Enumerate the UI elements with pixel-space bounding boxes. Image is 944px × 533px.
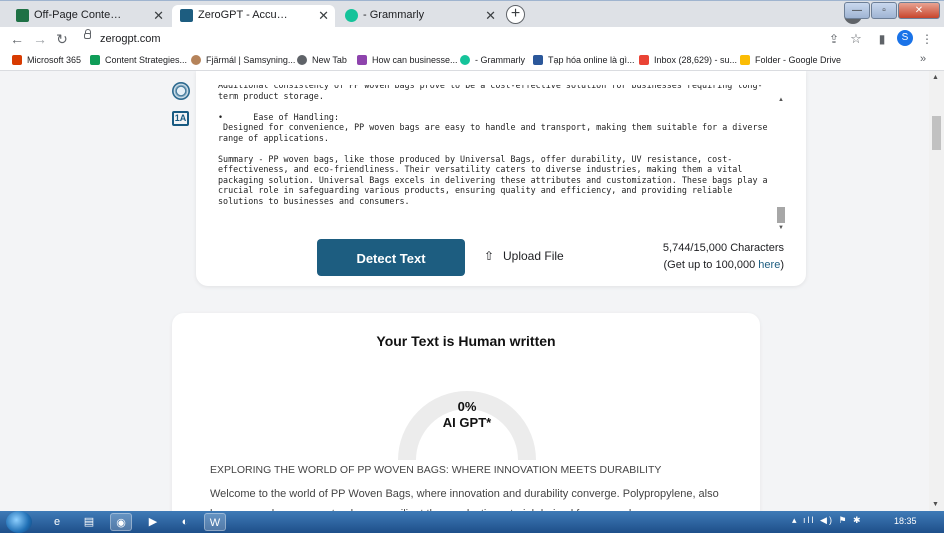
page-scrollbar[interactable]: ▲ ▼ (929, 71, 944, 511)
bookmark-item[interactable]: Microsoft 365 (12, 53, 81, 67)
chrome-icon[interactable]: ◉ (110, 513, 132, 531)
site-icon (191, 55, 201, 65)
tab-zerogpt[interactable]: ZeroGPT - Accurate Chat GPT, GPT ✕ (172, 5, 335, 28)
char-count: 5,744/15,000 Characters (662, 242, 784, 254)
upgrade-note: (Get up to 100,000 here) (663, 259, 785, 271)
scroll-down-icon[interactable]: ▼ (778, 225, 784, 231)
tab-title: Off-Page Content Requirement Sh (34, 9, 126, 21)
back-arrow-icon[interactable]: ← (8, 30, 26, 48)
grammarly-icon (460, 55, 470, 65)
site-icon (357, 55, 367, 65)
profile-avatar[interactable]: S (897, 30, 913, 46)
explorer-icon[interactable]: ▤ (78, 513, 100, 531)
share-icon[interactable]: ⇪ (825, 30, 843, 48)
new-tab-button[interactable]: + (506, 5, 525, 24)
translate-icon[interactable]: 1A (172, 111, 189, 126)
start-button[interactable] (6, 511, 32, 533)
lock-icon[interactable] (84, 29, 91, 39)
ie-icon[interactable]: e (46, 513, 68, 531)
tab-strip: Off-Page Content Requirement Sh ✕ ZeroGP… (0, 0, 944, 28)
tab-close-icon[interactable]: ✕ (318, 5, 329, 26)
globe-icon (297, 55, 307, 65)
zerogpt-icon (180, 9, 193, 22)
bookmark-item[interactable]: Folder - Google Drive (740, 53, 841, 67)
close-window-button[interactable]: ✕ (898, 2, 940, 19)
scroll-up-icon[interactable]: ▲ (932, 74, 939, 81)
bookmark-item[interactable]: New Tab (297, 53, 347, 67)
maximize-button[interactable]: ▫ (871, 2, 897, 19)
bookmark-item[interactable]: Tạp hóa online là gì... (533, 53, 635, 67)
gmail-icon (639, 55, 649, 65)
tab-title: - Grammarly (363, 9, 425, 21)
bookmark-item[interactable]: Inbox (28,629) - su... (639, 53, 737, 67)
google-drive-icon (740, 55, 750, 65)
bookmark-item[interactable]: How can businesse... (357, 53, 458, 67)
detect-text-button[interactable]: Detect Text (317, 239, 465, 276)
scroll-up-icon[interactable]: ▲ (778, 97, 784, 103)
text-input-card: Additional consistency of PP woven bags … (196, 71, 806, 286)
page-content: 1A Additional consistency of PP woven ba… (0, 71, 929, 511)
media-player-icon[interactable]: ▶ (142, 513, 164, 531)
upload-label: Upload File (503, 249, 564, 263)
ai-percentage: 0% (457, 399, 477, 414)
upload-file-button[interactable]: ⇧ Upload File (484, 248, 564, 264)
clock[interactable]: 18:35 (894, 516, 917, 526)
window-controls: — ▫ ✕ (844, 2, 940, 19)
edge-icon[interactable]: ◐ (174, 513, 196, 531)
bookmarks-overflow-icon[interactable]: » (920, 53, 926, 65)
text-input-area[interactable]: Additional consistency of PP woven bags … (218, 85, 778, 231)
minimize-button[interactable]: — (844, 2, 870, 19)
site-icon (533, 55, 543, 65)
bookmarks-bar: Microsoft 365 Content Strategies... Fjär… (0, 51, 944, 71)
address-bar[interactable]: zerogpt.com (100, 30, 161, 48)
ai-gauge-label: AI GPT* (442, 415, 492, 430)
bookmark-star-icon[interactable]: ☆ (847, 30, 865, 48)
browser-toolbar: ← → ↻ zerogpt.com ⇪ ☆ ▮ ⋮ (0, 27, 944, 51)
tab-off-page-content[interactable]: Off-Page Content Requirement Sh ✕ (8, 5, 170, 28)
editor-paragraph: Additional consistency of PP woven bags … (218, 85, 763, 101)
kebab-menu-icon[interactable]: ⋮ (918, 30, 936, 48)
reload-icon[interactable]: ↻ (53, 30, 71, 48)
upgrade-link[interactable]: here (758, 259, 780, 271)
side-panel-icon[interactable]: ▮ (873, 30, 891, 48)
tab-close-icon[interactable]: ✕ (485, 5, 496, 26)
microsoft-365-icon (12, 55, 22, 65)
system-tray[interactable]: ▴ ıll ◀) ⚑ ✱ (792, 515, 863, 526)
tab-title: ZeroGPT - Accurate Chat GPT, GPT (198, 9, 291, 21)
tab-grammarly[interactable]: - Grammarly ✕ (337, 5, 502, 28)
bookmark-item[interactable]: Fjärmál | Samsyning... (191, 53, 295, 67)
result-title: Your Text is Human written (376, 333, 556, 349)
taskbar: e ▤ ◉ ▶ ◐ W ▴ ıll ◀) ⚑ ✱ 18:35 (0, 511, 944, 533)
bookmark-item[interactable]: - Grammarly (460, 53, 525, 67)
word-icon[interactable]: W (204, 513, 226, 531)
analyzed-body: Welcome to the world of PP Woven Bags, w… (210, 488, 719, 511)
editor-paragraph: Summary - PP woven bags, like those prod… (218, 153, 773, 206)
tab-close-icon[interactable]: ✕ (153, 5, 164, 26)
scroll-thumb[interactable] (932, 116, 941, 150)
analyzed-heading: EXPLORING THE WORLD OF PP WOVEN BAGS: WH… (210, 464, 662, 476)
bookmark-item[interactable]: Content Strategies... (90, 53, 187, 67)
grammarly-icon (345, 9, 358, 22)
character-counter: 5,744/15,000 Characters (Get up to 100,0… (663, 240, 784, 274)
forward-arrow-icon[interactable]: → (31, 30, 49, 48)
scroll-down-icon[interactable]: ▼ (932, 501, 939, 508)
upload-icon: ⇧ (484, 249, 495, 263)
site-logo-icon[interactable] (172, 82, 190, 100)
editor-paragraph: • Ease of Handling: Designed for conveni… (218, 111, 768, 143)
sheets-icon (90, 55, 100, 65)
editor-scrollbar[interactable]: ▲ ▼ (776, 95, 786, 235)
result-card: Your Text is Human written 0% AI GPT* EX… (172, 313, 760, 511)
scroll-thumb[interactable] (777, 207, 785, 223)
excel-icon (16, 9, 29, 22)
